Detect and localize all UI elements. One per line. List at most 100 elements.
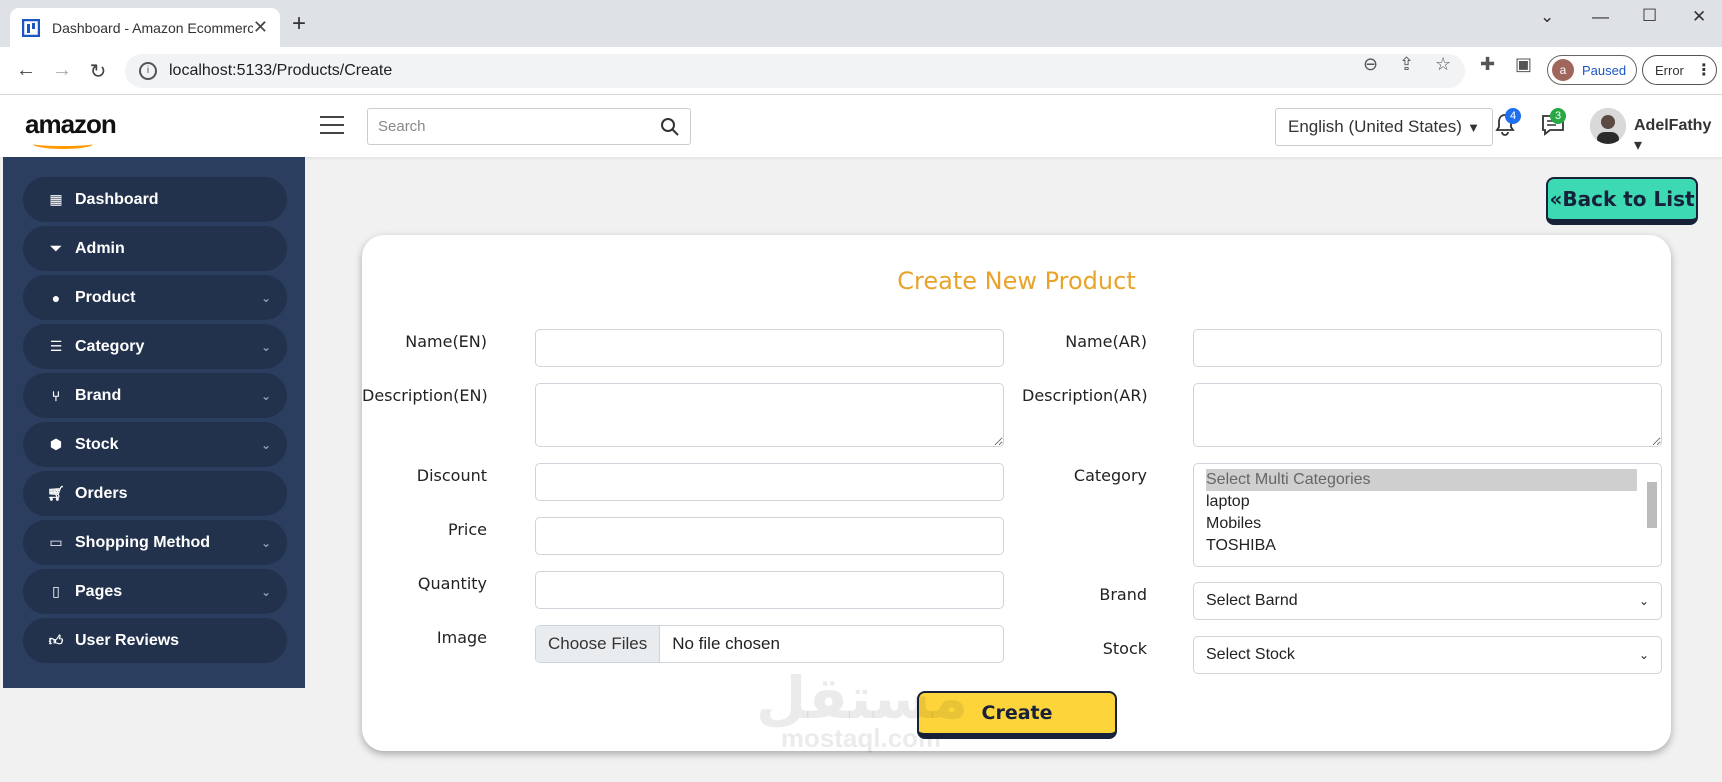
brand-select-value: Select Barnd [1206, 592, 1298, 609]
description-ar-label: Description(AR) [1022, 386, 1148, 405]
chevron-down-icon: ⌄ [1638, 594, 1649, 608]
sidebar-item-category[interactable]: ☰ Category ⌄ [23, 324, 287, 369]
error-label: Error [1655, 62, 1684, 78]
search-box [367, 108, 691, 145]
sidebar-item-label: Admin [75, 239, 125, 257]
scrollbar-thumb[interactable] [1647, 482, 1657, 528]
user-name-text: AdelFathy [1634, 117, 1712, 134]
sidebar-item-label: Dashboard [75, 190, 159, 208]
side-panel-icon[interactable]: ▣ [1515, 54, 1532, 75]
share-icon[interactable]: ⇪ [1399, 54, 1414, 75]
search-icon[interactable] [660, 117, 680, 137]
sidebar-item-user-reviews[interactable]: 👍︎ User Reviews [23, 618, 287, 663]
choose-files-button[interactable]: Choose Files [536, 626, 661, 662]
sidebar-item-brand[interactable]: ⑂ Brand ⌄ [23, 373, 287, 418]
bookmark-star-icon[interactable]: ☆ [1435, 54, 1451, 75]
user-avatar[interactable] [1590, 108, 1626, 144]
more-menu-icon[interactable]: ⋮ [1696, 60, 1712, 80]
name-en-input[interactable] [535, 329, 1004, 367]
name-en-label: Name(EN) [405, 332, 487, 351]
search-input[interactable] [378, 118, 660, 135]
error-button[interactable]: Error ⋮ [1642, 55, 1717, 85]
hamburger-menu-icon[interactable] [320, 116, 344, 136]
chevron-down-icon: ⌄ [260, 584, 271, 599]
brand-select[interactable]: Select Barnd ⌄ [1193, 582, 1662, 620]
close-window-icon[interactable]: ✕ [1692, 7, 1706, 27]
category-option[interactable]: Mobiles [1206, 513, 1637, 535]
file-status-text: No file chosen [672, 634, 780, 653]
sidebar-item-shopping-method[interactable]: ▭ Shopping Method ⌄ [23, 520, 287, 565]
browser-tab[interactable]: Dashboard - Amazon Ecommerce ✕ [10, 8, 280, 47]
language-value: English (United States) [1288, 117, 1462, 136]
sidebar-item-orders[interactable]: 🛒︎ Orders [23, 471, 287, 516]
amazon-logo[interactable]: amazon [25, 109, 117, 149]
cubes-icon: ⬢ [49, 436, 63, 452]
back-arrow-icon[interactable]: ← [14, 59, 38, 82]
sidebar-item-label: Shopping Method [75, 533, 211, 551]
minimize-icon[interactable]: — [1592, 7, 1609, 27]
profile-button[interactable]: a Paused [1547, 55, 1637, 85]
maximize-icon[interactable]: ☐ [1642, 6, 1657, 26]
branch-icon: ⑂ [51, 387, 61, 404]
favicon-icon [22, 18, 40, 37]
chevron-down-icon: ⌄ [260, 388, 271, 403]
name-ar-input[interactable] [1193, 329, 1662, 367]
chevron-down-icon[interactable]: ⌄ [1540, 7, 1554, 27]
stock-select[interactable]: Select Stock ⌄ [1193, 636, 1662, 674]
url-host: localhost [169, 62, 233, 79]
discount-input[interactable] [535, 463, 1004, 501]
description-en-textarea[interactable] [535, 383, 1004, 447]
category-option[interactable]: TOSHIBA [1206, 535, 1637, 557]
sidebar: ▦ Dashboard ⏷ Admin ● Product ⌄ ☰ Category ⌄ ⑂… [3, 157, 305, 688]
address-bar[interactable]: i localhost:5133/Products/Create [125, 54, 1465, 88]
sidebar-item-admin[interactable]: ⏷ Admin [23, 226, 287, 271]
category-multiselect[interactable]: Select Multi Categories laptop Mobiles T… [1193, 463, 1662, 567]
messages-badge: 3 [1550, 108, 1566, 124]
extensions-icon[interactable]: ✚ [1480, 54, 1495, 75]
price-input[interactable] [535, 517, 1004, 555]
category-option[interactable]: laptop [1206, 491, 1637, 513]
user-name[interactable]: AdelFathy ▾ [1634, 117, 1722, 155]
close-tab-icon[interactable]: ✕ [253, 17, 268, 38]
notifications-badge: 4 [1505, 108, 1521, 124]
credit-card-icon: ▭ [49, 534, 63, 550]
sidebar-item-product[interactable]: ● Product ⌄ [23, 275, 287, 320]
sidebar-item-label: Category [75, 337, 145, 355]
quantity-label: Quantity [417, 574, 487, 593]
sidebar-item-stock[interactable]: ⬢ Stock ⌄ [23, 422, 287, 467]
logo-text: amazon [25, 109, 117, 139]
zoom-icon[interactable]: ⊖ [1363, 54, 1378, 75]
list-icon: ☰ [49, 338, 63, 354]
name-ar-label: Name(AR) [1065, 332, 1147, 351]
site-info-icon[interactable]: i [139, 62, 157, 80]
create-product-card: Create New Product Name(EN) Description(… [362, 235, 1671, 751]
watermark: مستقل mostaql.com [756, 670, 968, 752]
browser-tab-strip: Dashboard - Amazon Ecommerce ✕ + ⌄ — ☐ ✕ [0, 0, 1722, 47]
chevron-down-icon: ⌄ [260, 535, 271, 550]
product-icon: ● [51, 289, 61, 306]
image-file-input[interactable]: Choose Files No file chosen [535, 625, 1004, 663]
sidebar-item-pages[interactable]: ▯ Pages ⌄ [23, 569, 287, 614]
sidebar-item-label: Orders [75, 484, 128, 502]
chevron-down-icon: ⌄ [260, 290, 271, 305]
sidebar-item-dashboard[interactable]: ▦ Dashboard [23, 177, 287, 222]
description-ar-textarea[interactable] [1193, 383, 1662, 447]
forward-arrow-icon[interactable]: → [50, 59, 74, 82]
url-path: :5133/Products/Create [232, 62, 393, 79]
language-select[interactable]: English (United States) ▼ [1275, 108, 1493, 146]
filter-icon: ⏷ [50, 240, 62, 256]
price-label: Price [447, 520, 487, 539]
reload-icon[interactable]: ↻ [86, 59, 110, 84]
new-tab-icon[interactable]: + [292, 12, 306, 36]
chevron-down-icon: ⌄ [260, 339, 271, 354]
description-en-label: Description(EN) [362, 386, 488, 405]
url-text: localhost:5133/Products/Create [169, 62, 392, 80]
back-to-list-button[interactable]: «Back to List [1546, 177, 1698, 225]
browser-tab-title: Dashboard - Amazon Ecommerce [52, 19, 253, 36]
chevron-down-icon: ▼ [1467, 119, 1480, 135]
logo-smile [33, 139, 93, 149]
category-option[interactable]: Select Multi Categories [1206, 469, 1637, 491]
quantity-input[interactable] [535, 571, 1004, 609]
grid-icon: ▦ [49, 191, 63, 207]
sidebar-item-label: Stock [75, 435, 119, 453]
